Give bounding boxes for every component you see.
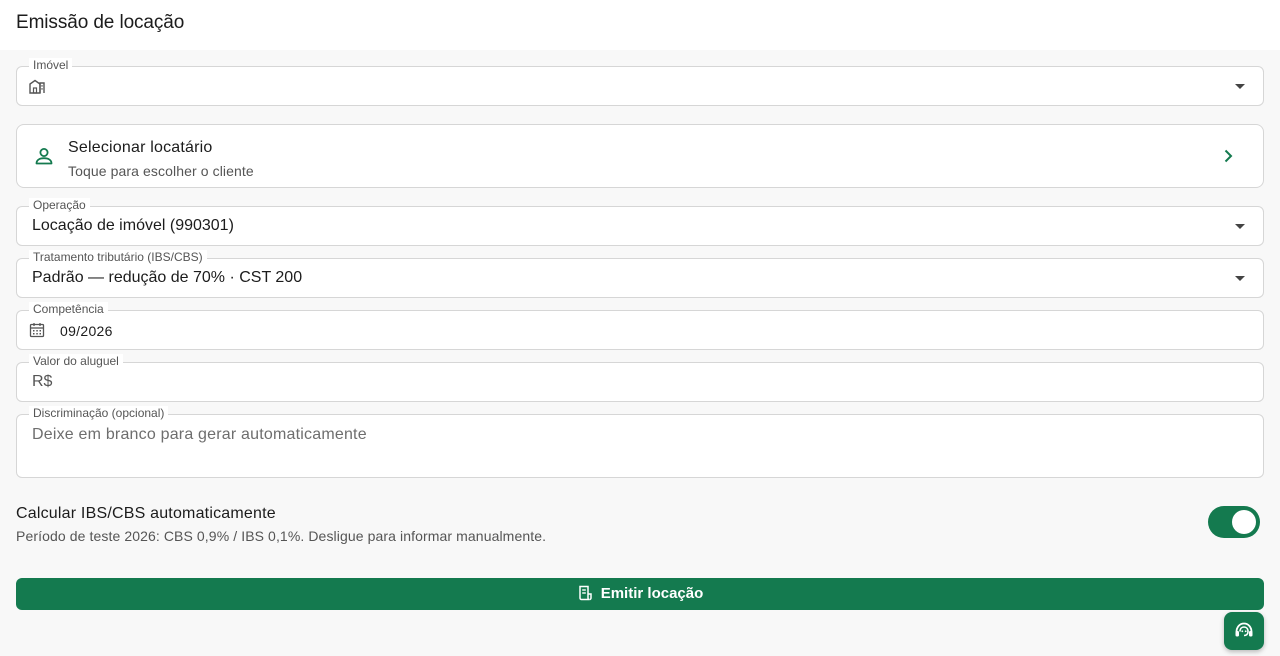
rent-value-label: Valor do aluguel: [29, 354, 123, 368]
period-label: Competência: [29, 302, 108, 316]
operation-label: Operação: [29, 198, 90, 212]
operation-select[interactable]: Operação Locação de imóvel (990301): [16, 198, 1264, 246]
receipt-icon: [578, 585, 592, 601]
description-textarea[interactable]: Discriminação (opcional) Deixe em branco…: [16, 406, 1264, 478]
dropdown-arrow-icon: [1235, 84, 1245, 89]
currency-prefix: R$: [32, 373, 53, 390]
auto-tax-title: Calcular IBS/CBS automaticamente: [16, 505, 276, 522]
emit-lease-button[interactable]: Emitir locação: [16, 578, 1264, 610]
period-field[interactable]: Competência 09/2026: [16, 302, 1264, 350]
operation-value: Locação de imóvel (990301): [32, 217, 234, 234]
tax-treatment-value: Padrão — redução de 70% · CST 200: [32, 269, 303, 286]
dropdown-arrow-icon: [1235, 276, 1245, 281]
tenant-picker-title: Selecionar locatário: [68, 139, 213, 156]
dropdown-arrow-icon: [1235, 224, 1245, 229]
description-placeholder: Deixe em branco para gerar automaticamen…: [32, 426, 367, 443]
property-select[interactable]: Imóvel: [16, 58, 1264, 106]
switch-knob: [1232, 510, 1256, 534]
tenant-picker-subtitle: Toque para escolher o cliente: [68, 163, 254, 179]
description-label: Discriminação (opcional): [29, 406, 169, 420]
tax-treatment-label: Tratamento tributário (IBS/CBS): [29, 250, 207, 264]
auto-tax-switch[interactable]: [1208, 506, 1260, 538]
chevron-right-icon: [1224, 149, 1233, 163]
app-bar: Emissão de locação: [0, 0, 1280, 50]
page-title: Emissão de locação: [16, 12, 185, 33]
calendar-icon: [29, 323, 45, 338]
person-icon: [35, 148, 53, 165]
support-agent-icon: [1235, 622, 1253, 637]
tenant-picker[interactable]: Selecionar locatário Toque para escolher…: [16, 124, 1264, 188]
property-label: Imóvel: [29, 58, 73, 72]
support-button[interactable]: [1224, 612, 1264, 650]
emit-lease-label: Emitir locação: [600, 585, 704, 602]
rent-value-field[interactable]: Valor do aluguel R$: [16, 354, 1264, 402]
tax-treatment-select[interactable]: Tratamento tributário (IBS/CBS) Padrão —…: [16, 250, 1264, 298]
period-value: 09/2026: [60, 323, 113, 339]
auto-tax-subtitle: Período de teste 2026: CBS 0,9% / IBS 0,…: [16, 528, 547, 544]
building-icon: [29, 79, 45, 94]
